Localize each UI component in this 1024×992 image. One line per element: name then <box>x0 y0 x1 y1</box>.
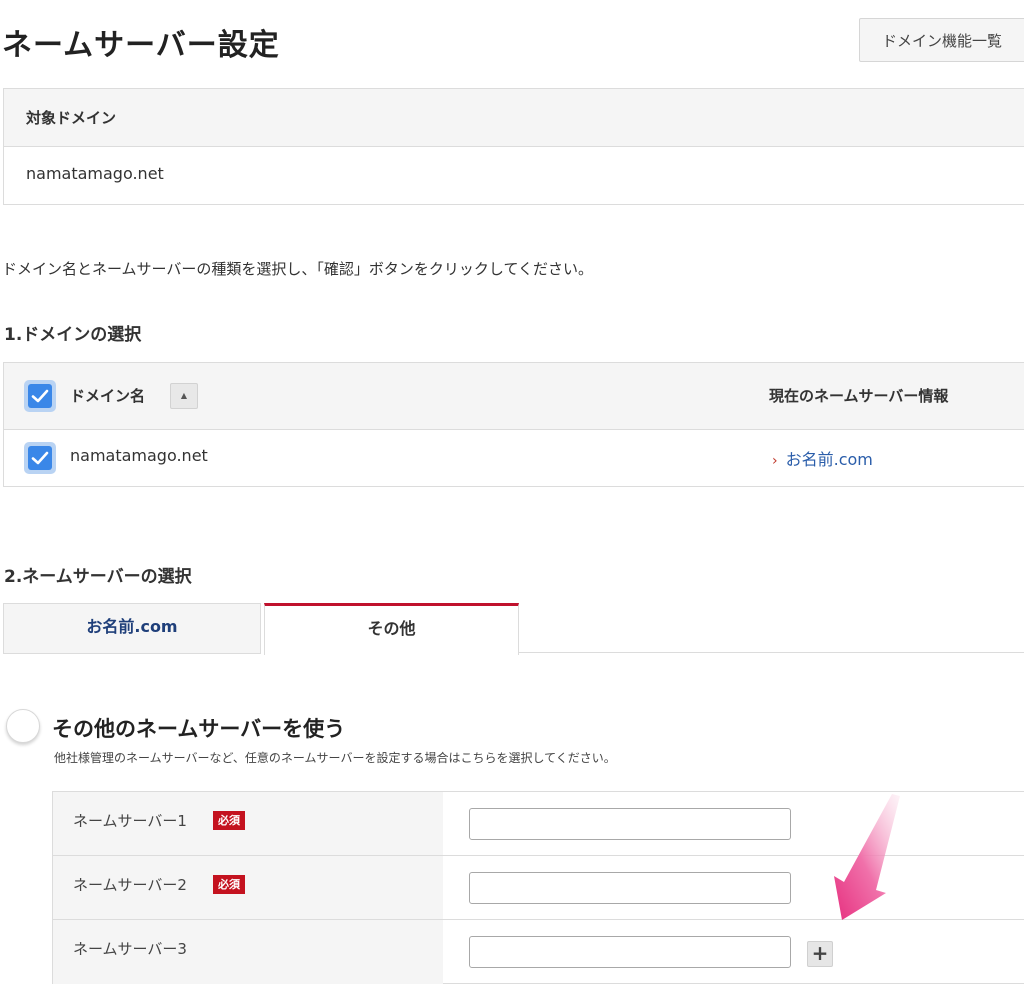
nameserver-label-cell: ネームサーバー3 <box>53 920 443 984</box>
domain-table-header: ドメイン名 ▲ 現在のネームサーバー情報 <box>4 363 1024 430</box>
domain-table: ドメイン名 ▲ 現在のネームサーバー情報 namatamago.net › お名前… <box>3 362 1024 487</box>
table-row: namatamago.net › お名前.com <box>4 430 1024 486</box>
nameserver-2-input[interactable] <box>469 872 791 904</box>
target-domain-value: namatamago.net <box>26 164 164 183</box>
check-icon <box>31 451 49 465</box>
sort-ascending-icon[interactable]: ▲ <box>170 383 198 409</box>
nameserver-label-cell: ネームサーバー2 必須 <box>53 856 443 919</box>
section-nameserver-select-title: 2.ネームサーバーの選択 <box>4 567 192 587</box>
other-nameserver-radio[interactable] <box>6 709 40 743</box>
current-nameserver-link[interactable]: › お名前.com <box>772 446 873 470</box>
domain-row-checkbox[interactable] <box>24 442 56 474</box>
nameserver-label-cell: ネームサーバー1 必須 <box>53 792 443 855</box>
domain-function-list-button[interactable]: ドメイン機能一覧 <box>859 18 1024 62</box>
current-nameserver-link-label: お名前.com <box>785 450 873 469</box>
tab-divider <box>519 652 1024 653</box>
target-domain-box: 対象ドメイン namatamago.net <box>3 88 1024 205</box>
select-all-checkbox[interactable] <box>24 380 56 412</box>
current-nameserver-column-header: 現在のネームサーバー情報 <box>769 387 949 405</box>
check-icon <box>31 389 49 403</box>
nameserver-1-label: ネームサーバー1 <box>73 812 187 830</box>
nameserver-3-label: ネームサーバー3 <box>73 940 187 958</box>
section-domain-select-title: 1.ドメインの選択 <box>4 325 142 345</box>
other-nameserver-option-description: 他社様管理のネームサーバーなど、任意のネームサーバーを設定する場合はこちらを選択… <box>54 751 616 765</box>
other-nameserver-option-title[interactable]: その他のネームサーバーを使う <box>52 713 345 743</box>
tab-other[interactable]: その他 <box>264 603 519 655</box>
nameserver-2-label: ネームサーバー2 <box>73 876 187 894</box>
required-badge: 必須 <box>213 811 245 830</box>
annotation-arrow-icon <box>834 794 900 920</box>
target-domain-header: 対象ドメイン <box>4 89 1024 147</box>
domain-name-column-header: ドメイン名 <box>70 387 146 405</box>
add-nameserver-icon[interactable]: + <box>807 941 833 967</box>
tab-onamae[interactable]: お名前.com <box>3 603 261 654</box>
required-badge: 必須 <box>213 875 245 894</box>
page-title: ネームサーバー設定 <box>2 28 280 63</box>
nameserver-3-input[interactable] <box>469 936 791 968</box>
domain-name-cell: namatamago.net <box>70 446 208 465</box>
nameserver-1-input[interactable] <box>469 808 791 840</box>
instruction-text: ドメイン名とネームサーバーの種類を選択し、「確認」ボタンをクリックしてください。 <box>2 260 594 278</box>
chevron-right-icon: › <box>772 453 778 469</box>
